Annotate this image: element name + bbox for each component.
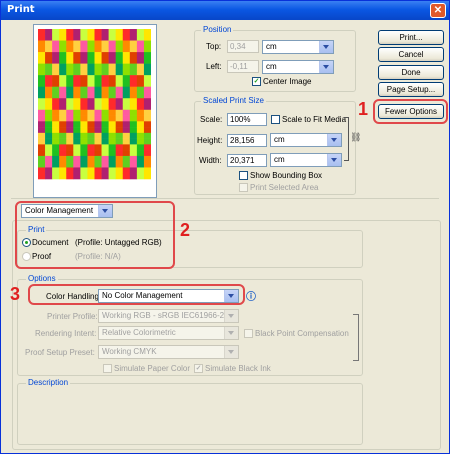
printer-profile-select[interactable]: Working RGB - sRGB IEC61966-2.1 [98, 309, 239, 323]
top-input[interactable]: 0,34 [227, 40, 259, 53]
height-unit-select[interactable]: cm [270, 133, 342, 147]
position-legend: Position [201, 25, 234, 34]
annotation-2: 2 [180, 220, 191, 240]
scale-to-fit-label: Scale to Fit Media [282, 115, 347, 124]
black-point-label: Black Point Compensation [255, 329, 349, 338]
proof-preset-label: Proof Setup Preset: [25, 348, 95, 357]
top-label: Top: [206, 42, 222, 51]
bounding-box-checkbox[interactable] [239, 171, 248, 180]
chevron-down-icon [327, 154, 341, 166]
width-label: Width: [199, 156, 222, 165]
title-bar: Print ✕ [1, 1, 449, 20]
height-input[interactable]: 28,156 [227, 134, 267, 147]
chevron-down-icon [224, 346, 238, 358]
rendering-intent-value: Relative Colorimetric [102, 328, 176, 337]
chevron-down-icon [224, 310, 238, 322]
print-selected-area-label: Print Selected Area [250, 183, 319, 192]
black-point-checkbox[interactable] [244, 329, 253, 338]
bounding-box-label: Show Bounding Box [250, 171, 323, 180]
close-button[interactable]: ✕ [430, 3, 446, 18]
simulate-ink-label: Simulate Black Ink [205, 364, 271, 373]
rendering-intent-select[interactable]: Relative Colorimetric [98, 326, 239, 340]
info-icon[interactable]: ⓘ [246, 288, 256, 303]
center-image-checkbox[interactable]: ✓ [252, 77, 261, 86]
proof-preset-value: Working CMYK [102, 347, 157, 356]
simulate-paper-checkbox[interactable] [103, 364, 112, 373]
annotation-3: 3 [10, 284, 21, 304]
center-image-label: Center Image [263, 77, 312, 86]
scaled-legend: Scaled Print Size [201, 96, 266, 105]
printer-profile-value: Working RGB - sRGB IEC61966-2.1 [102, 311, 231, 320]
section-divider [11, 198, 439, 199]
chevron-down-icon [327, 134, 341, 146]
proof-preset-select[interactable]: Working CMYK [98, 345, 239, 359]
top-unit-select[interactable]: cm [262, 40, 334, 54]
aspect-bracket [344, 117, 349, 161]
left-input[interactable]: -0,11 [227, 60, 259, 73]
chevron-down-icon [319, 61, 333, 73]
simulate-ink-checkbox[interactable]: ✓ [194, 364, 203, 373]
scale-to-fit-checkbox[interactable] [271, 115, 280, 124]
highlight-print-source [15, 201, 175, 269]
page-setup-button[interactable]: Page Setup... [378, 82, 444, 97]
chevron-down-icon [224, 327, 238, 339]
width-input[interactable]: 20,371 [227, 154, 267, 167]
printer-profile-label: Printer Profile: [47, 312, 98, 321]
print-selected-area-checkbox[interactable] [239, 183, 248, 192]
left-unit-value: cm [266, 62, 277, 71]
chain-link-icon[interactable]: ⛓ [350, 132, 361, 143]
done-button[interactable]: Done [378, 65, 444, 80]
scale-input[interactable]: 100% [227, 113, 267, 126]
window-title: Print [7, 4, 35, 15]
width-unit-select[interactable]: cm [270, 153, 342, 167]
options-bracket [353, 314, 359, 361]
left-unit-select[interactable]: cm [262, 60, 334, 74]
highlight-fewer-options [373, 99, 448, 124]
preview-image [38, 29, 151, 180]
description-group: Description [17, 378, 363, 445]
height-unit-value: cm [274, 135, 285, 144]
highlight-color-handling [28, 284, 245, 305]
cancel-button[interactable]: Cancel [378, 47, 444, 62]
print-preview [33, 24, 157, 198]
height-label: Height: [197, 136, 223, 145]
print-button[interactable]: Print... [378, 30, 444, 45]
simulate-paper-label: Simulate Paper Color [114, 364, 191, 373]
scale-label: Scale: [200, 115, 223, 124]
print-dialog: Print ✕ Position Top: 0,34 cm Left: -0,1… [0, 0, 450, 454]
top-unit-value: cm [266, 42, 277, 51]
annotation-1: 1 [358, 99, 369, 119]
chevron-down-icon [319, 41, 333, 53]
left-label: Left: [206, 62, 222, 71]
description-legend: Description [26, 378, 71, 387]
width-unit-value: cm [274, 155, 285, 164]
rendering-intent-label: Rendering Intent: [35, 329, 97, 338]
options-legend: Options [26, 274, 58, 283]
